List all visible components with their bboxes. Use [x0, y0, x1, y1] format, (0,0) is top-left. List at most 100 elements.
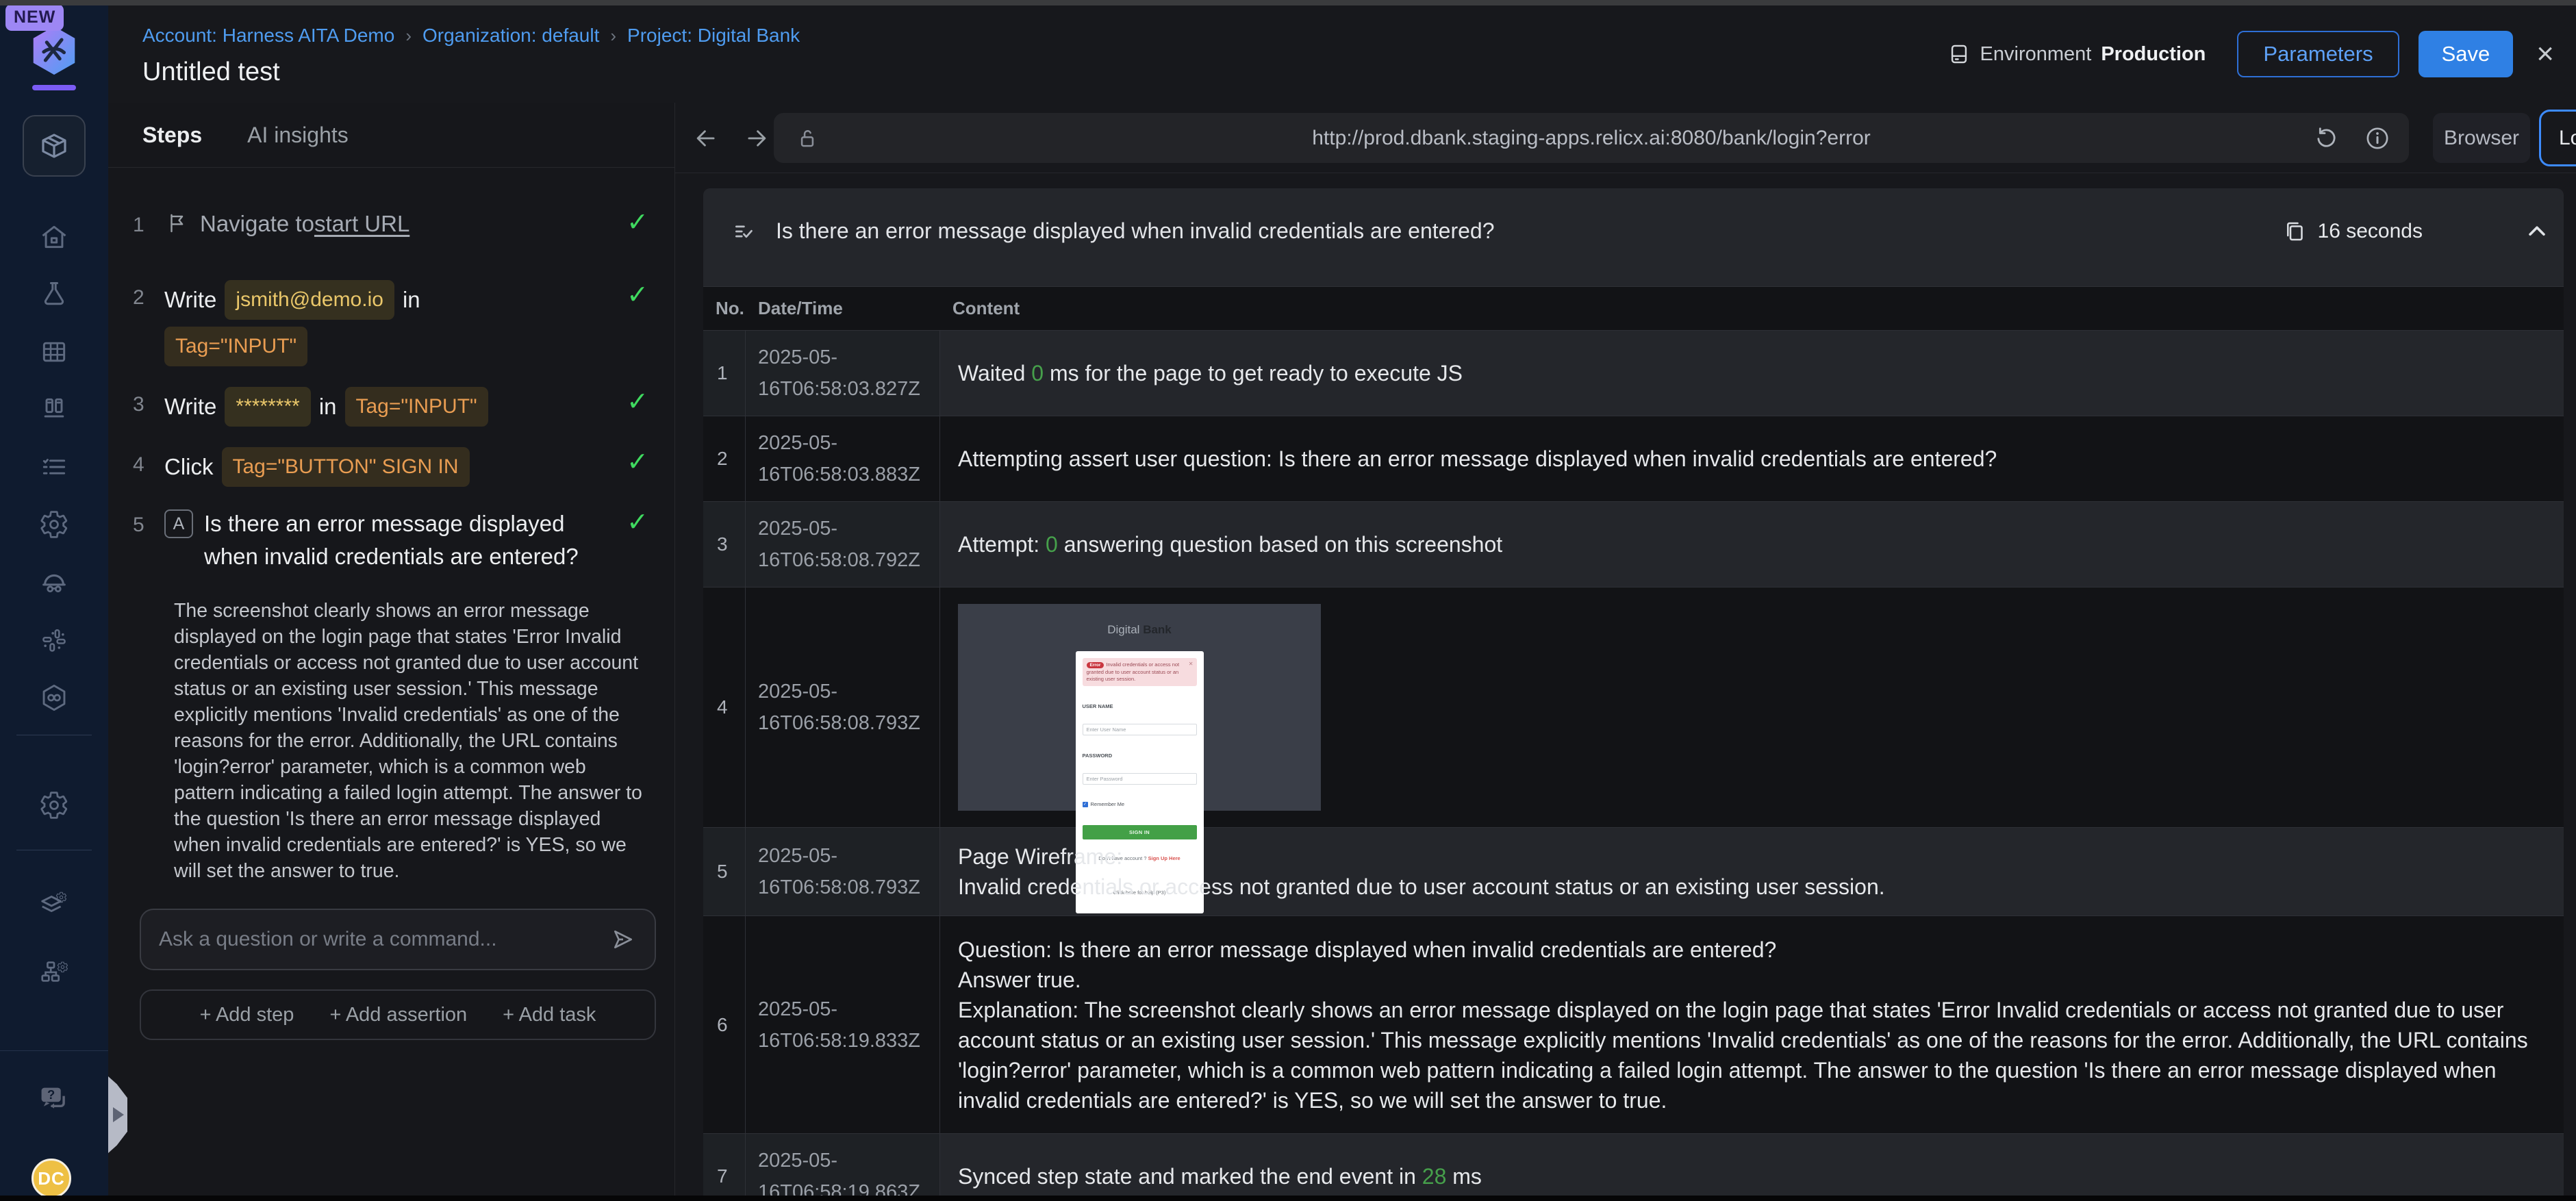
step-number: 4	[133, 453, 144, 476]
breadcrumb-organization[interactable]: Organization: default	[422, 25, 599, 47]
step-number: 5	[133, 514, 144, 536]
step-connector: in	[402, 287, 420, 312]
sidebar-item-chaos[interactable]	[0, 624, 108, 655]
breadcrumb: Account: Harness AITA Demo › Organizatio…	[142, 25, 800, 47]
parameters-button[interactable]: Parameters	[2237, 31, 2399, 77]
add-step-button[interactable]: + Add step	[200, 1004, 294, 1026]
incognito-icon	[42, 574, 66, 593]
add-assertion-button[interactable]: + Add assertion	[329, 1004, 467, 1026]
sidebar-item-help[interactable]: ?	[0, 1082, 108, 1117]
flag-icon	[171, 214, 184, 233]
breadcrumb-separator: ›	[610, 25, 617, 46]
breadcrumb-account[interactable]: Account: Harness AITA Demo	[142, 25, 394, 47]
svg-text:?: ?	[47, 1087, 55, 1102]
app-sidebar: NEW ? DC	[0, 0, 108, 1198]
environment-selector[interactable]: Environment Production	[1947, 42, 2206, 66]
reload-icon[interactable]	[2313, 125, 2340, 152]
sidebar-item-incognito[interactable]	[0, 567, 108, 598]
log-datetime: 2025-05- 16T06:58:19.833Z	[746, 916, 940, 1133]
step-action: Click	[164, 454, 214, 479]
step-target-chip[interactable]: Tag="BUTTON" SIGN IN	[221, 447, 470, 487]
sidebar-item-account-settings[interactable]	[0, 790, 108, 820]
sidebar-item-integrations[interactable]	[0, 682, 108, 713]
log-section-header[interactable]: Is there an error message displayed when…	[703, 188, 2564, 274]
thumb-error-badge: Error	[1086, 662, 1104, 668]
close-icon[interactable]: ×	[2536, 37, 2554, 71]
send-icon[interactable]	[609, 926, 637, 953]
breadcrumb-separator: ›	[405, 25, 412, 46]
add-task-button[interactable]: + Add task	[503, 1004, 596, 1026]
environment-label: Environment	[1980, 42, 2092, 65]
copy-icon[interactable]	[2282, 219, 2307, 244]
log-row-4[interactable]: 4 2025-05- 16T06:58:08.793Z Digital Bank …	[703, 587, 2564, 913]
steps-tabs: Steps AI insights	[108, 103, 674, 168]
url-bar[interactable]: http://prod.dbank.staging-apps.relicx.ai…	[774, 113, 2409, 163]
step-target-chip[interactable]: Tag="INPUT"	[164, 327, 308, 366]
thumb-brand: Digital Bank	[1107, 623, 1172, 636]
sidebar-item-settings[interactable]	[0, 509, 108, 540]
sidebar-item-home[interactable]	[0, 222, 108, 252]
environment-icon	[1951, 45, 1967, 64]
forward-icon[interactable]	[744, 125, 770, 151]
thumb-checkbox: ✓	[1082, 802, 1088, 807]
cards-icon	[44, 398, 64, 418]
sidebar-item-grid[interactable]	[0, 337, 108, 367]
step-value-chip[interactable]: jsmith@demo.io	[225, 280, 394, 320]
log-row-7[interactable]: 7 2025-05- 16T06:58:19.863Z Synced step s…	[703, 1134, 2564, 1201]
log-content: Synced step state and marked the end eve…	[958, 1164, 1482, 1189]
step-number: 3	[133, 393, 144, 416]
log-row-6[interactable]: 6 2025-05- 16T06:58:19.833Z Question: Is …	[703, 916, 2564, 1134]
command-input[interactable]: Ask a question or write a command...	[140, 909, 656, 970]
log-row-1[interactable]: 1 2025-05- 16T06:58:03.827Z Waited 0 ms f…	[703, 331, 2564, 416]
sidebar-item-experiments[interactable]	[0, 279, 108, 309]
step-row-3[interactable]: 3 Write ******** in Tag="INPUT" ✓	[133, 387, 648, 427]
add-actions-bar: + Add step + Add assertion + Add task	[140, 989, 656, 1040]
url-text[interactable]: http://prod.dbank.staging-apps.relicx.ai…	[774, 113, 2409, 163]
screenshot-thumbnail[interactable]: Digital Bank Error Invalid credentials or…	[958, 604, 1321, 913]
sidebar-item-org-settings[interactable]	[0, 956, 108, 987]
check-icon: ✓	[627, 388, 648, 416]
window-top-strip	[0, 0, 2576, 5]
chevron-up-icon[interactable]	[2525, 220, 2549, 243]
step-value-chip[interactable]: ********	[225, 387, 311, 427]
chaos-icon	[42, 629, 66, 652]
thumb-close-icon: ✕	[1188, 661, 1194, 667]
save-button[interactable]: Save	[2418, 31, 2514, 77]
browser-button[interactable]: Browser	[2433, 113, 2530, 163]
command-input-placeholder: Ask a question or write a command...	[159, 928, 497, 950]
log-row-5[interactable]: 5 2025-05- 16T06:58:08.793Z Page Wirefram…	[703, 828, 2564, 916]
log-row-3[interactable]: 3 2025-05- 16T06:58:08.792Z Attempt: 0 an…	[703, 502, 2564, 587]
back-icon[interactable]	[693, 125, 719, 151]
step-action: Write	[164, 394, 217, 419]
logs-button[interactable]: Logs	[2539, 110, 2576, 166]
column-content: Content	[952, 298, 1020, 318]
page-header: Account: Harness AITA Demo › Organizatio…	[108, 5, 2576, 103]
step-row-1[interactable]: 1 Navigate to start URL ✓	[133, 207, 648, 242]
tab-ai-insights[interactable]: AI insights	[247, 123, 349, 148]
sidebar-item-test-suites[interactable]	[0, 394, 108, 425]
active-module-indicator	[32, 85, 76, 90]
assert-list-icon	[735, 225, 753, 238]
log-row-2[interactable]: 2 2025-05- 16T06:58:03.883Z Attempting as…	[703, 416, 2564, 502]
log-question-text: Is there an error message displayed when…	[776, 218, 1495, 243]
harness-logo[interactable]	[0, 25, 108, 81]
sidebar-item-test-module[interactable]	[23, 115, 86, 177]
tab-steps[interactable]: Steps	[142, 123, 202, 148]
sidebar-item-checklist[interactable]	[0, 452, 108, 482]
sidebar-item-layer-settings[interactable]	[0, 889, 108, 920]
assertion-explanation: The screenshot clearly shows an error me…	[174, 600, 642, 882]
step-target-chip[interactable]: Tag="INPUT"	[344, 387, 488, 427]
log-content: Attempting assert user question: Is ther…	[958, 446, 1997, 471]
info-icon[interactable]	[2364, 125, 2391, 152]
step-row-5[interactable]: 5 A Is there an error message displayed …	[133, 507, 648, 573]
step-text: Is there an error message displayed when…	[204, 511, 579, 569]
step-row-4[interactable]: 4 Click Tag="BUTTON" SIGN IN ✓	[133, 447, 648, 487]
step-row-2[interactable]: 2 Write jsmith@demo.io in Tag="INPUT" ✓	[133, 280, 648, 366]
user-avatar[interactable]: DC	[31, 1159, 71, 1198]
breadcrumb-project[interactable]: Project: Digital Bank	[627, 25, 800, 47]
log-datetime: 2025-05- 16T06:58:03.827Z	[746, 331, 940, 416]
log-content: Page Wireframe: Invalid credentials or a…	[958, 844, 1885, 899]
start-url-link[interactable]: start URL	[314, 207, 409, 240]
check-icon: ✓	[627, 508, 648, 537]
log-datetime: 2025-05- 16T06:58:03.883Z	[746, 416, 940, 501]
